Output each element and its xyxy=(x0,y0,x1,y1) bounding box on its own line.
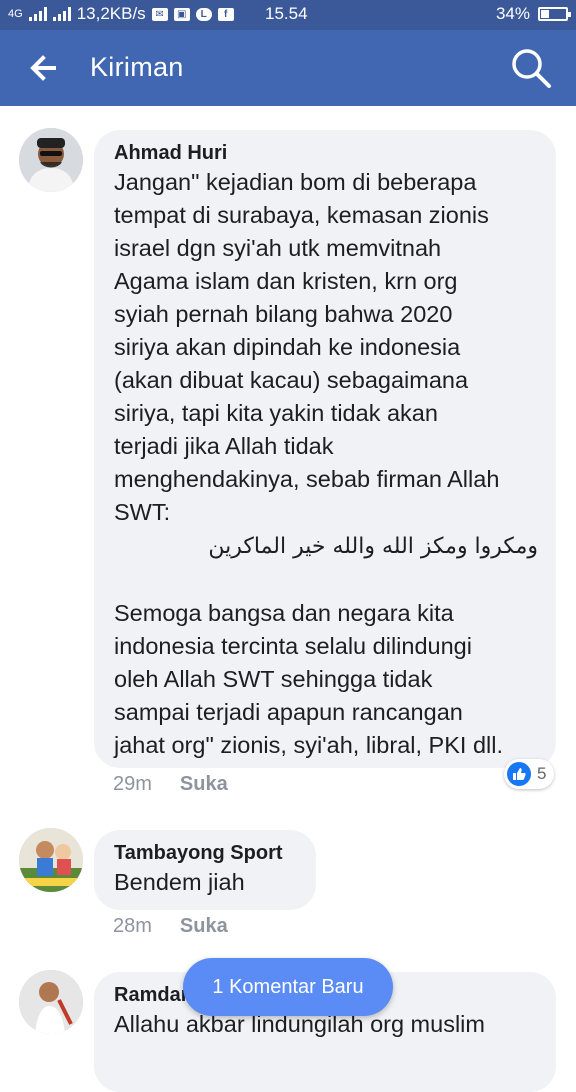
reaction-summary[interactable]: 5 xyxy=(504,759,555,789)
page-title: Kiriman xyxy=(90,52,184,82)
status-right: 34% xyxy=(495,4,571,24)
comment-line: tempat di surabaya, kemasan zionis xyxy=(114,202,489,228)
signal-2-icon xyxy=(52,7,71,21)
comment-author[interactable]: Tambayong Sport xyxy=(114,840,298,866)
comment-line: Semoga bangsa dan negara kita xyxy=(114,600,454,626)
comment-meta: 28m Suka xyxy=(113,915,228,938)
back-button[interactable] xyxy=(24,50,64,86)
comment-text: Bendem jiah xyxy=(114,869,245,895)
avatar[interactable] xyxy=(19,128,83,192)
comment-line: terjadi jika Allah tidak xyxy=(114,433,334,459)
image-icon: ▣ xyxy=(173,7,190,21)
comment-bubble: Tambayong Sport Bendem jiah xyxy=(94,830,316,910)
status-bar: 4G 13,2KB/s ✉ ▣ L f 15.54 34% xyxy=(0,0,576,30)
signal-icon xyxy=(28,7,47,21)
comment-line: siriya, tapi kita yakin tidak akan xyxy=(114,400,438,426)
comment-line: (akan dibuat kacau) sebagaimana xyxy=(114,367,469,393)
network-speed: 13,2KB/s xyxy=(76,4,146,23)
comment-text: Jangan" kejadian bom di beberapa tempat … xyxy=(114,166,538,762)
new-comment-button[interactable]: 1 Komentar Baru xyxy=(183,958,393,1016)
line-icon: L xyxy=(195,7,212,21)
comment-line: sampai terjadi apapun rancangan xyxy=(114,699,463,725)
app-bar: Kiriman xyxy=(0,30,576,106)
search-button[interactable] xyxy=(510,47,552,89)
comment-meta: 29m Suka xyxy=(113,773,228,796)
avatar[interactable] xyxy=(19,828,83,892)
comment-line: oleh Allah SWT sehingga tidak xyxy=(114,666,433,692)
mail-icon: ✉ xyxy=(151,7,168,21)
arrow-left-icon xyxy=(30,55,56,81)
comment-time: 29m xyxy=(113,773,152,795)
comment-line: indonesia tercinta selalu dilindungi xyxy=(114,633,472,659)
avatar[interactable] xyxy=(19,970,83,1034)
comment-line: israel dgn syi'ah utk memvitnah xyxy=(114,235,442,261)
like-button[interactable]: Suka xyxy=(180,915,228,937)
battery-level xyxy=(541,10,549,18)
battery-icon xyxy=(538,7,571,21)
comment-line: syiah pernah bilang bahwa 2020 xyxy=(114,301,453,327)
comment-bubble: Ahmad Huri Jangan" kejadian bom di beber… xyxy=(94,130,556,768)
like-thumb-icon xyxy=(507,762,531,786)
comment-line: menghendakinya, sebab firman Allah xyxy=(114,466,500,492)
avatar-photo xyxy=(19,128,83,192)
comment-line: siriya akan dipindah ke indonesia xyxy=(114,334,461,360)
comment-author[interactable]: Ahmad Huri xyxy=(114,140,538,166)
comment-line: jahat org" zionis, syi'ah, libral, PKI d… xyxy=(114,732,504,758)
avatar-photo xyxy=(19,828,83,892)
like-button[interactable]: Suka xyxy=(180,773,228,795)
search-icon xyxy=(512,49,551,88)
clock: 15.54 xyxy=(265,4,308,23)
network-type: 4G xyxy=(8,8,23,20)
comment-line: Agama islam dan kristen, krn org xyxy=(114,268,458,294)
reaction-count: 5 xyxy=(537,764,547,783)
comment-line: SWT: xyxy=(114,499,171,525)
comment-time: 28m xyxy=(113,915,152,937)
avatar-photo xyxy=(19,970,83,1034)
facebook-icon: f xyxy=(217,7,234,21)
battery-percent: 34% xyxy=(495,4,530,23)
status-left: 4G 13,2KB/s ✉ ▣ L f xyxy=(8,4,234,24)
comment-line: Jangan" kejadian bom di beberapa xyxy=(114,169,477,195)
arabic-verse: ومكروا ومكز الله والله خير الماكرين xyxy=(208,534,538,559)
